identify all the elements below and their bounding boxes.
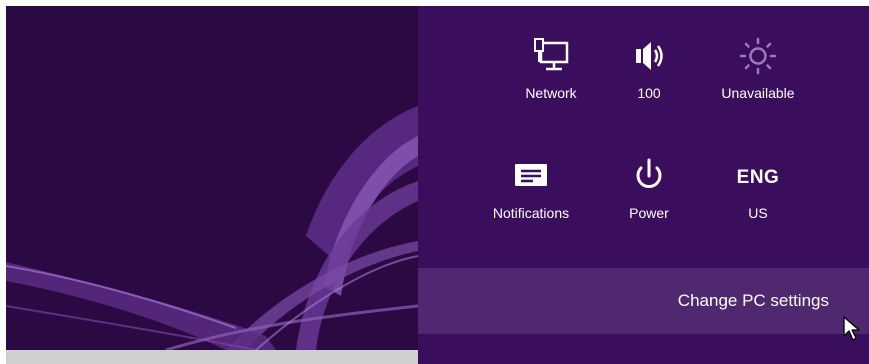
keyboard-layout-label: US [748, 205, 768, 221]
desktop-background [6, 6, 418, 350]
keyboard-language-tile[interactable]: ENG US [703, 156, 813, 222]
power-tile[interactable]: Power [594, 156, 704, 222]
power-icon [594, 156, 704, 200]
power-label: Power [629, 205, 669, 221]
taskbar-strip [6, 350, 418, 364]
brightness-tile[interactable]: Unavailable [703, 36, 813, 102]
settings-charm-panel: Network 100 Unavailable Notifications Po… [418, 6, 869, 364]
change-pc-settings-label: Change PC settings [677, 291, 829, 310]
brightness-label: Unavailable [721, 85, 795, 101]
network-label: Network [525, 85, 577, 101]
notifications-label: Notifications [492, 205, 570, 221]
volume-tile[interactable]: 100 [594, 36, 704, 102]
notifications-tile[interactable]: Notifications [476, 156, 586, 222]
language-indicator: ENG [736, 167, 780, 188]
network-icon [496, 36, 606, 80]
screen: Network 100 Unavailable Notifications Po… [0, 0, 869, 364]
brightness-icon [703, 36, 813, 80]
change-pc-settings-button[interactable]: Change PC settings [418, 268, 869, 334]
speaker-icon [594, 36, 704, 80]
volume-level-label: 100 [637, 85, 661, 101]
network-tile[interactable]: Network [496, 36, 606, 102]
notifications-icon [476, 156, 586, 200]
background-swirl-art [6, 106, 418, 350]
